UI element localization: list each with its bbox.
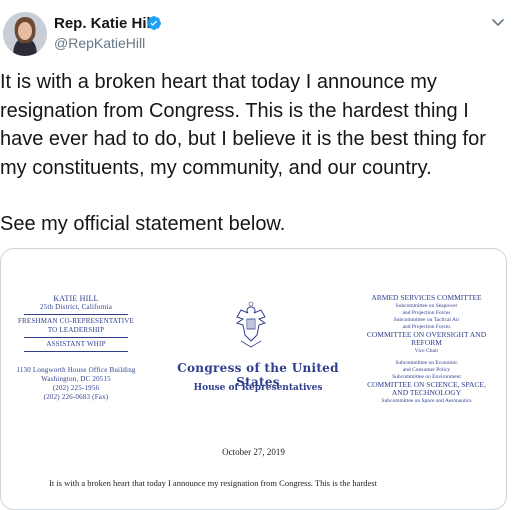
committee-list: ARMED SERVICES COMMITTEE Subcommittee on…: [359, 293, 494, 405]
committee-armed-services: ARMED SERVICES COMMITTEE: [371, 293, 482, 302]
chevron-down-icon[interactable]: [490, 14, 506, 30]
tweet-paragraph-1: It is with a broken heart that today I a…: [0, 71, 486, 179]
subcommittee-3b: and Consumer Policy: [402, 366, 451, 373]
committee-science-2: AND TECHNOLOGY: [391, 388, 462, 397]
display-name[interactable]: Rep. Katie Hill: [54, 15, 155, 32]
avatar-photo: [3, 12, 47, 56]
office-address-1: 1130 Longworth House Office Building: [16, 366, 136, 374]
vice-chair: Vice Chair: [414, 347, 439, 354]
subcommittee-5: Subcommittee on Space and Aeronautics: [381, 397, 472, 404]
member-role-2: TO LEADERSHIP: [47, 326, 105, 334]
member-name: KATIE HILL: [53, 294, 99, 303]
verified-badge-icon: [146, 16, 161, 30]
user-handle[interactable]: @RepKatieHill: [54, 35, 145, 51]
house-seal-icon: [235, 301, 267, 348]
office-fax: (202) 226-0683 (Fax): [43, 393, 109, 401]
subcommittee-1b: and Projection Forces: [402, 309, 451, 316]
member-district: 25th District, California: [39, 303, 113, 311]
member-role-1: FRESHMAN CO-REPRESENTATIVE: [17, 317, 135, 325]
tweet-text: It is with a broken heart that today I a…: [0, 68, 505, 239]
subcommittee-1: Subcommittee on Seapower: [395, 302, 458, 309]
tweet-paragraph-2: See my official statement below.: [0, 213, 286, 235]
subcommittee-3: Subcommittee on Economic: [395, 359, 458, 366]
statement-body: It is with a broken heart that today I a…: [49, 478, 377, 488]
subcommittee-2: Subcommittee on Tactical Air: [393, 316, 460, 323]
avatar[interactable]: [3, 12, 47, 56]
statement-image-card[interactable]: KATIE HILL 25th District, California FRE…: [0, 248, 507, 510]
letterhead-subtitle: House of Representatives: [193, 383, 323, 393]
member-info: KATIE HILL 25th District, California FRE…: [11, 294, 141, 402]
statement-date: October 27, 2019: [222, 447, 285, 457]
statement-document: KATIE HILL 25th District, California FRE…: [1, 249, 506, 509]
office-phone: (202) 225-1956: [52, 384, 100, 392]
office-address-2: Washington, DC 20515: [41, 375, 111, 383]
committee-oversight: COMMITTEE ON OVERSIGHT AND REFORM: [366, 329, 487, 347]
member-role-3: ASSISTANT WHIP: [46, 340, 106, 348]
